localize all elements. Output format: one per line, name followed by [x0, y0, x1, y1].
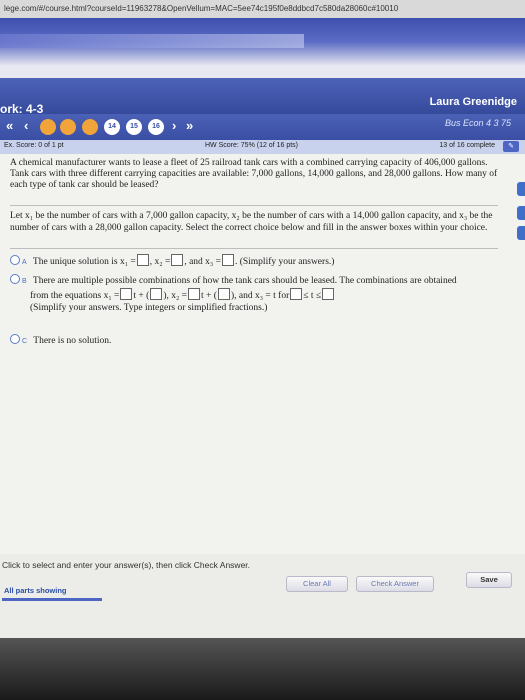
- parts-underline: [2, 598, 102, 601]
- all-parts-showing[interactable]: All parts showing: [4, 586, 67, 595]
- answer-footer: Click to select and enter your answer(s)…: [0, 554, 525, 638]
- option-text: from the equations x₁ =: [30, 291, 120, 301]
- option-text: t + (: [133, 291, 150, 301]
- question-dot-16[interactable]: 16: [148, 119, 164, 135]
- answer-box-x2[interactable]: [171, 254, 184, 266]
- answer-box-x1[interactable]: [136, 254, 149, 266]
- browser-url-bar[interactable]: lege.com/#/course.html?courseId=11963278…: [0, 0, 525, 18]
- divider: [10, 248, 498, 249]
- score-bar: Ex. Score: 0 of 1 pt HW Score: 75% (12 o…: [0, 140, 525, 154]
- option-b[interactable]: B There are multiple possible combinatio…: [10, 274, 500, 314]
- option-letter: C: [22, 338, 28, 345]
- course-name: Bus Econ 4 3 75: [444, 118, 511, 128]
- answer-box-b3[interactable]: [188, 288, 201, 300]
- nav-stripe: [0, 34, 304, 48]
- save-button[interactable]: Save: [466, 572, 512, 588]
- homework-score: HW Score: 75% (12 of 16 pts): [205, 142, 298, 149]
- option-text: , x₂ =: [149, 257, 171, 267]
- option-text: . (Simplify your answers.): [234, 257, 335, 267]
- option-text: The unique solution is x₁ =: [32, 257, 136, 267]
- radio-option-c[interactable]: [10, 334, 20, 344]
- problem-statement: A chemical manufacturer wants to lease a…: [10, 158, 498, 190]
- first-question-icon[interactable]: «: [6, 118, 13, 133]
- mymathlab-window: ork: 4-3 Laura Greenidge « ‹ 14 15 16 › …: [0, 78, 525, 638]
- clear-all-button[interactable]: Clear All: [286, 576, 348, 592]
- option-text: ), and x₃ = t for: [230, 291, 290, 301]
- browser-nav-strip: [0, 18, 525, 78]
- next-question-icon[interactable]: ›: [172, 118, 176, 133]
- answer-box-b2[interactable]: [150, 288, 163, 300]
- answer-box-b4[interactable]: [217, 288, 230, 300]
- side-tab-icon[interactable]: [517, 182, 525, 196]
- last-question-icon[interactable]: »: [186, 118, 193, 133]
- question-dot-done[interactable]: [60, 119, 76, 135]
- option-text: (Simplify your answers. Type integers or…: [30, 303, 268, 313]
- option-text: There are multiple possible combinations…: [32, 276, 457, 286]
- exercise-score: Ex. Score: 0 of 1 pt: [4, 142, 64, 149]
- prev-question-icon[interactable]: ‹: [24, 118, 28, 133]
- answer-box-b6[interactable]: [322, 288, 335, 300]
- side-tab-icon[interactable]: [517, 206, 525, 220]
- radio-option-b[interactable]: [10, 274, 20, 284]
- option-letter: B: [22, 278, 27, 285]
- check-answer-button[interactable]: Check Answer: [356, 576, 434, 592]
- option-text: t + (: [201, 291, 217, 301]
- edit-icon[interactable]: ✎: [503, 141, 519, 152]
- option-text: There is no solution.: [33, 336, 112, 346]
- divider: [10, 205, 498, 206]
- screen-bezel: [0, 638, 525, 700]
- instruction-text: Click to select and enter your answer(s)…: [2, 560, 251, 570]
- option-text: ), x₂ =: [163, 291, 188, 301]
- option-text: , and x₃ =: [184, 257, 221, 267]
- completion-status: 13 of 16 complete: [439, 142, 495, 149]
- side-tab-icon[interactable]: [517, 226, 525, 240]
- option-c[interactable]: C There is no solution.: [10, 334, 500, 348]
- option-letter: A: [22, 259, 27, 266]
- question-prompt: Let x₁ be the number of cars with a 7,00…: [10, 211, 493, 233]
- answer-box-b5[interactable]: [290, 288, 303, 300]
- question-dot-done[interactable]: [82, 119, 98, 135]
- option-text: ≤ t ≤: [303, 291, 322, 301]
- user-name: Laura Greenidge: [429, 96, 517, 108]
- question-toolbar: « ‹ 14 15 16 › » Bus Econ 4 3 75: [0, 114, 525, 140]
- answer-box-b1[interactable]: [120, 288, 133, 300]
- option-a[interactable]: A The unique solution is x₁ = , x₂ = , and…: [10, 254, 500, 269]
- page-header: ork: 4-3 Laura Greenidge: [0, 78, 525, 116]
- question-dot-15[interactable]: 15: [126, 119, 142, 135]
- answer-box-x3[interactable]: [221, 254, 234, 266]
- question-dot-14[interactable]: 14: [104, 119, 120, 135]
- radio-option-a[interactable]: [10, 255, 20, 265]
- question-dot-done[interactable]: [40, 119, 56, 135]
